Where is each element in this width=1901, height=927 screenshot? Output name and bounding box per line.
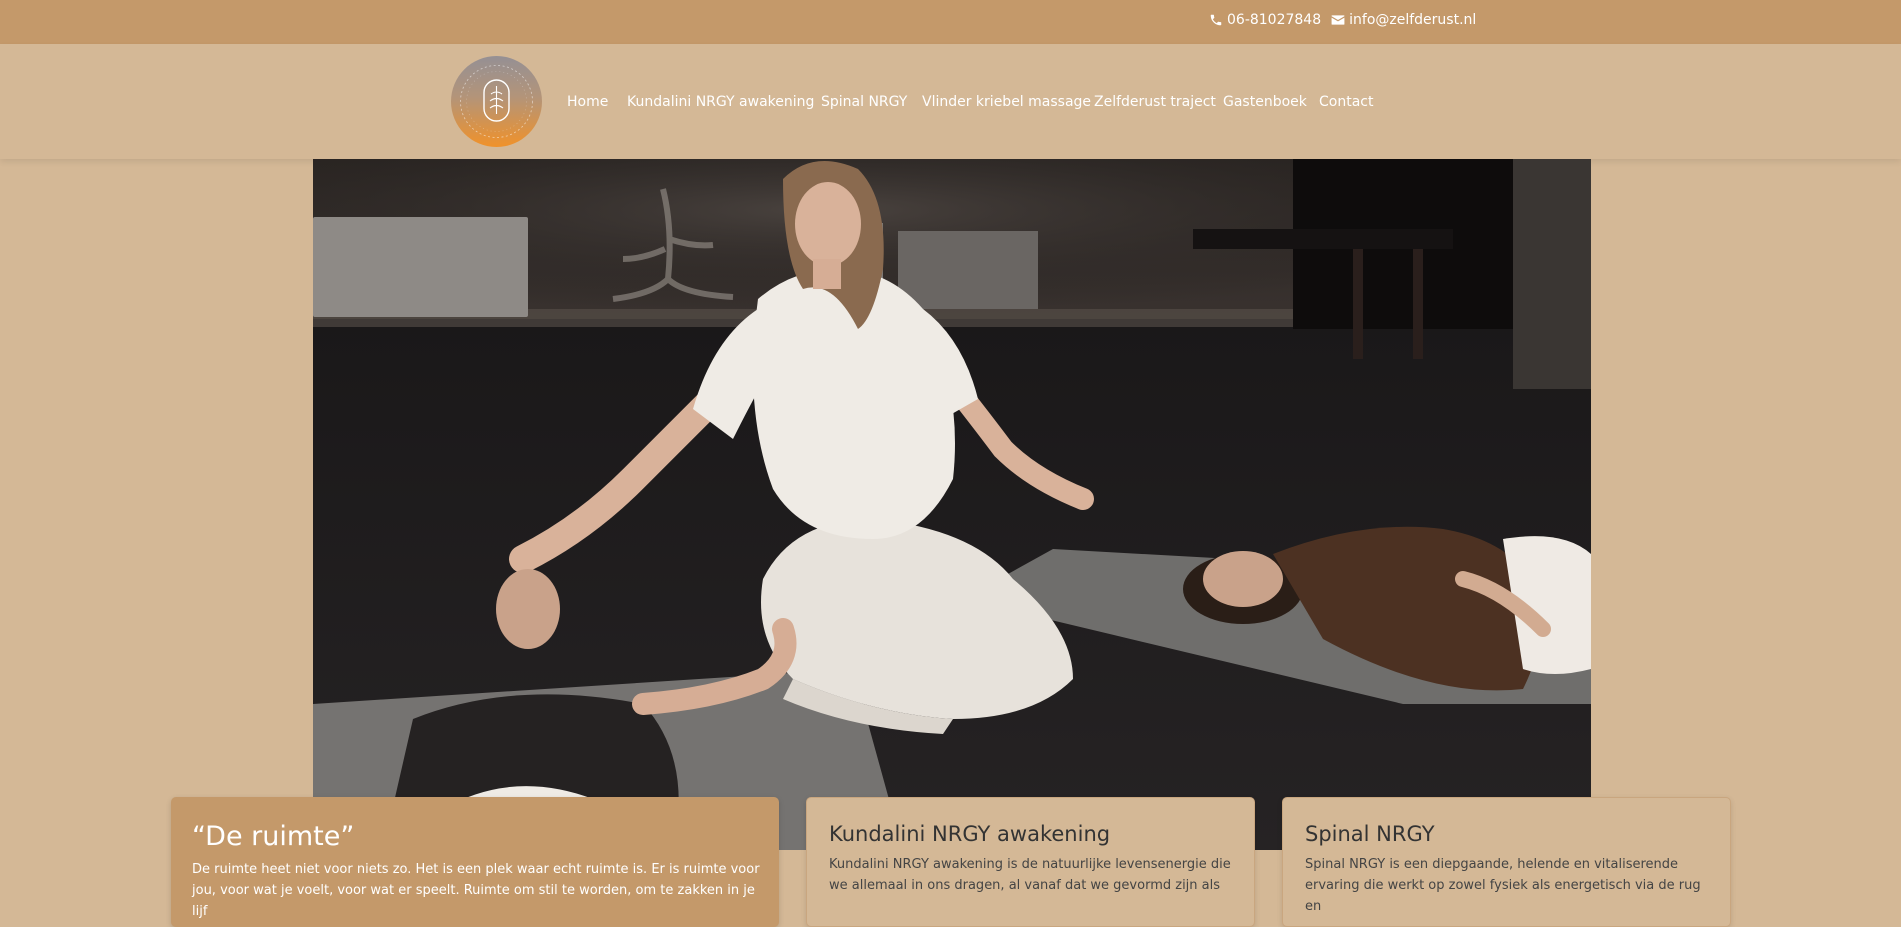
nav-item-zelfderust-traject[interactable]: Zelfderust traject: [1094, 93, 1216, 111]
card-text: Kundalini NRGY awakening is de natuurlij…: [829, 857, 1231, 893]
card-title: Kundalini NRGY awakening: [829, 822, 1111, 846]
card-text: Spinal NRGY is een diepgaande, helende e…: [1305, 857, 1701, 914]
phone-icon: [1209, 13, 1223, 27]
site-header: Home Kundalini NRGY awakening Spinal NRG…: [0, 44, 1901, 159]
nav-item-spinal-nrgy[interactable]: Spinal NRGY: [821, 93, 907, 111]
hero-image: [313, 159, 1591, 850]
nav-item-home[interactable]: Home: [567, 93, 608, 111]
card-kundalini[interactable]: Kundalini NRGY awakening Kundalini NRGY …: [806, 797, 1255, 927]
card-title: Spinal NRGY: [1305, 822, 1435, 846]
card-title: “De ruimte”: [192, 821, 355, 852]
nav-item-gastenboek[interactable]: Gastenboek: [1223, 93, 1307, 111]
email-link[interactable]: info@zelfderust.nl: [1349, 11, 1476, 29]
card-de-ruimte: “De ruimte” De ruimte heet niet voor nie…: [171, 797, 779, 927]
phone-link[interactable]: 06-81027848: [1227, 11, 1321, 29]
top-contact-bar: 06-81027848 info@zelfderust.nl: [0, 0, 1901, 44]
site-logo[interactable]: [451, 56, 542, 147]
envelope-icon: [1331, 14, 1345, 26]
nav-item-contact[interactable]: Contact: [1319, 93, 1373, 111]
nav-item-vlinder-kriebel-massage[interactable]: Vlinder kriebel massage: [922, 93, 1091, 111]
card-text: De ruimte heet niet voor niets zo. Het i…: [192, 862, 760, 919]
nav-item-kundalini[interactable]: Kundalini NRGY awakening: [627, 93, 814, 111]
card-spinal-nrgy[interactable]: Spinal NRGY Spinal NRGY is een diepgaand…: [1282, 797, 1731, 927]
contact-info: 06-81027848 info@zelfderust.nl: [1209, 11, 1476, 29]
